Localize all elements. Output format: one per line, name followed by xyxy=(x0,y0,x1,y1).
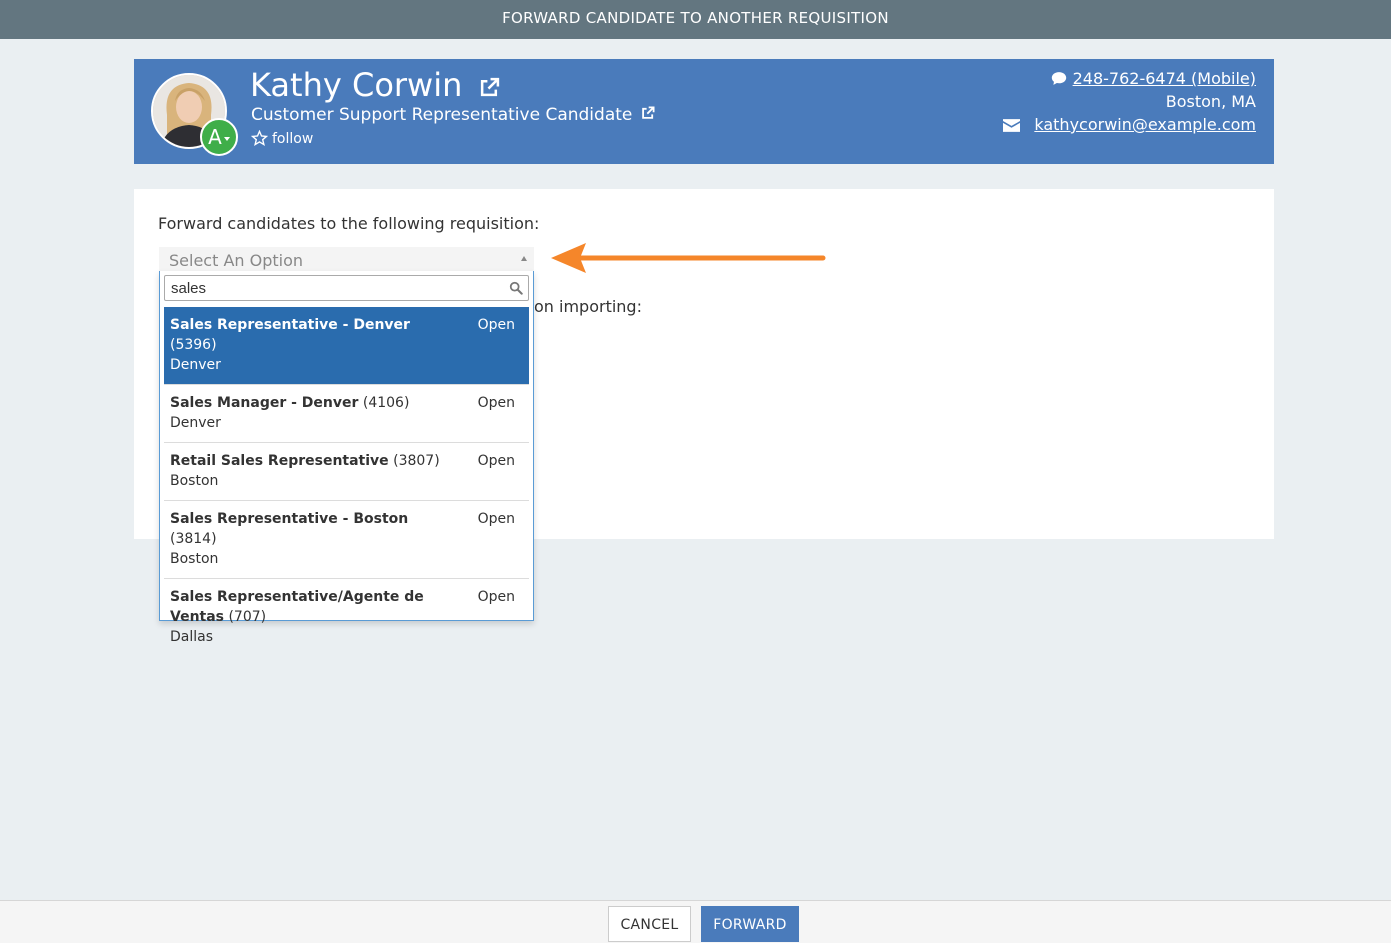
select-placeholder: Select An Option xyxy=(169,251,304,270)
follow-label: follow xyxy=(272,131,314,147)
candidate-location: Boston, MA xyxy=(1165,92,1256,111)
candidate-name-text: Kathy Corwin xyxy=(250,66,463,104)
candidate-title: Customer Support Representative Candidat… xyxy=(251,104,655,126)
dropdown-search xyxy=(164,275,529,301)
star-icon xyxy=(250,129,269,146)
modal-title-bar: FORWARD CANDIDATE TO ANOTHER REQUISITION xyxy=(0,0,1391,39)
option-id: (707) xyxy=(228,609,267,625)
external-link-icon[interactable] xyxy=(479,67,500,107)
email-link[interactable]: kathycorwin@example.com xyxy=(1034,115,1256,134)
option-item[interactable]: Sales Representative/Agente de Ventas (7… xyxy=(164,579,529,656)
option-status: Open xyxy=(477,317,515,333)
follow-button[interactable]: follow xyxy=(250,129,314,149)
caret-up-icon xyxy=(521,256,527,261)
phone-link[interactable]: 248-762-6474 (Mobile) xyxy=(1073,69,1256,88)
options-list: Sales Representative - Denver (5396) Den… xyxy=(164,307,529,656)
option-title: Sales Representative - Boston xyxy=(170,511,409,527)
option-title: Sales Representative/Agente de Ventas xyxy=(170,589,424,625)
candidate-name: Kathy Corwin xyxy=(250,65,500,107)
envelope-icon xyxy=(1003,119,1021,132)
option-id: (3807) xyxy=(393,453,440,469)
option-location: Boston xyxy=(170,473,219,489)
requisition-label: Forward candidates to the following requ… xyxy=(158,214,540,233)
grade-badge[interactable]: A xyxy=(200,118,238,156)
option-title: Retail Sales Representative xyxy=(170,453,389,469)
requisition-select[interactable]: Select An Option xyxy=(159,247,534,273)
modal-title: FORWARD CANDIDATE TO ANOTHER REQUISITION xyxy=(502,9,889,27)
option-status: Open xyxy=(477,511,515,527)
requisition-dropdown: Sales Representative - Denver (5396) Den… xyxy=(159,271,534,645)
search-icon xyxy=(509,281,523,295)
option-location: Denver xyxy=(170,415,221,431)
option-title: Sales Manager - Denver xyxy=(170,395,359,411)
external-link-icon[interactable] xyxy=(641,104,655,126)
option-location: Denver xyxy=(170,357,221,373)
cancel-button[interactable]: CANCEL xyxy=(608,906,691,942)
option-id: (3814) xyxy=(170,531,217,547)
option-item[interactable]: Sales Representative - Denver (5396) Den… xyxy=(164,307,529,385)
option-item[interactable]: Retail Sales Representative (3807) Bosto… xyxy=(164,443,529,501)
option-item[interactable]: Sales Manager - Denver (4106) Denver Ope… xyxy=(164,385,529,443)
contact-info: 248-762-6474 (Mobile) Boston, MA kathyco… xyxy=(1003,67,1256,136)
candidate-header: A Kathy Corwin Customer Support Represen… xyxy=(134,59,1274,164)
option-title: Sales Representative - Denver xyxy=(170,317,410,333)
option-location: Dallas xyxy=(170,629,214,645)
option-status: Open xyxy=(477,395,515,411)
option-status: Open xyxy=(477,589,515,605)
candidate-title-text: Customer Support Representative Candidat… xyxy=(251,105,633,125)
chevron-down-icon xyxy=(223,136,230,141)
import-label: on importing: xyxy=(534,297,642,316)
option-item[interactable]: Sales Representative - Boston (3814) Bos… xyxy=(164,501,529,579)
option-status: Open xyxy=(477,453,515,469)
option-id: (5396) xyxy=(170,337,217,353)
arrow-annotation xyxy=(551,243,826,273)
forward-button[interactable]: FORWARD xyxy=(701,906,799,942)
grade-letter: A xyxy=(208,125,222,149)
option-id: (4106) xyxy=(362,395,410,411)
search-input[interactable] xyxy=(165,276,505,300)
modal-footer: CANCEL FORWARD xyxy=(0,900,1391,943)
option-location: Boston xyxy=(170,551,219,567)
chat-icon xyxy=(1051,72,1066,85)
